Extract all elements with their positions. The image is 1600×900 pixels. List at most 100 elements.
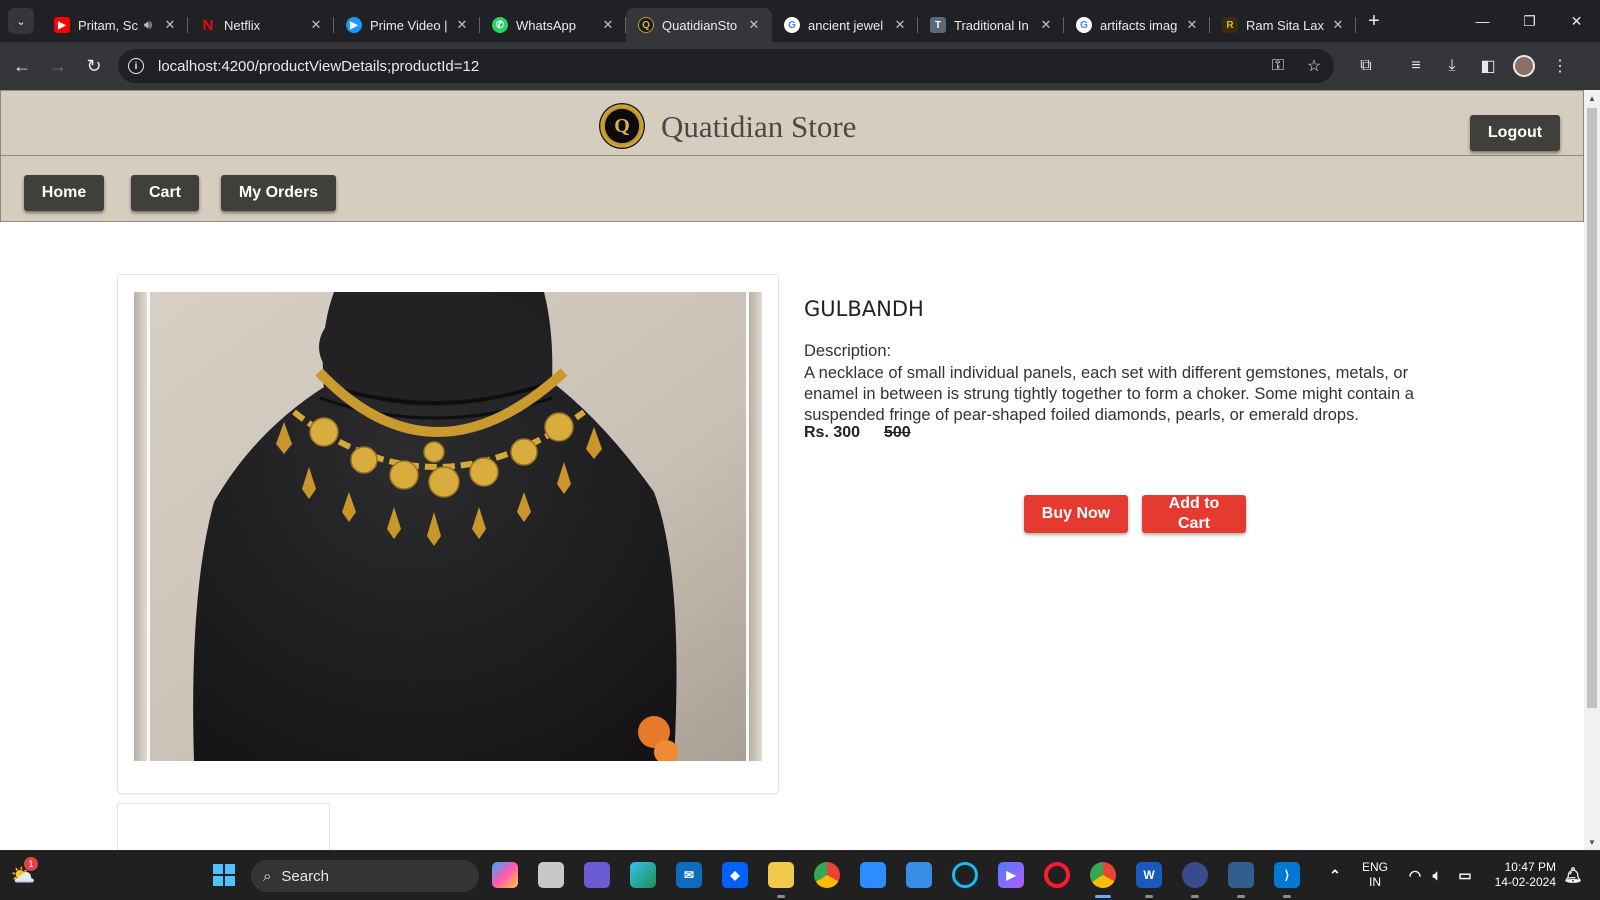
tab-traditional[interactable]: T Traditional In ✕ xyxy=(918,8,1064,42)
eclipse-icon[interactable] xyxy=(1182,862,1208,888)
tray-chevron-up-icon[interactable]: ⌃ xyxy=(1322,862,1348,888)
close-tab-icon[interactable]: ✕ xyxy=(892,17,908,33)
tab-search-button[interactable]: ⌄ xyxy=(8,8,34,34)
profile-avatar[interactable] xyxy=(1513,55,1535,77)
nav-home-button[interactable]: Home xyxy=(24,175,104,211)
media-player-icon[interactable]: ▶ xyxy=(998,862,1024,888)
word-icon[interactable]: W xyxy=(1136,862,1162,888)
browser-tab-strip: ⌄ ▶ Pritam, Sc 🔊︎ ✕ N Netflix ✕ ▶ Prime … xyxy=(0,0,1600,42)
running-indicator xyxy=(1145,895,1153,898)
clock-date: 14-02-2024 xyxy=(1494,875,1556,889)
window-controls: — ❐ ✕ xyxy=(1459,0,1600,42)
tab-title: Traditional In xyxy=(954,17,1029,33)
tab-title: QuatidianSto xyxy=(662,17,738,33)
tab-prime-video[interactable]: ▶ Prime Video | ✕ xyxy=(334,8,480,42)
back-arrow-icon[interactable]: ← xyxy=(4,48,40,84)
cortana-icon[interactable] xyxy=(952,862,978,888)
tab-whatsapp[interactable]: ✆ WhatsApp ✕ xyxy=(480,8,626,42)
scroll-up-arrow-icon[interactable]: ▲ xyxy=(1584,90,1600,106)
bookmark-star-icon[interactable]: ☆ xyxy=(1304,56,1324,76)
description-label: Description: xyxy=(804,342,892,360)
close-tab-icon[interactable]: ✕ xyxy=(1038,17,1054,33)
file-explorer-icon[interactable] xyxy=(768,862,794,888)
sql-tool-icon[interactable] xyxy=(1228,862,1254,888)
close-tab-icon[interactable]: ✕ xyxy=(1330,17,1346,33)
tab-youtube[interactable]: ▶ Pritam, Sc 🔊︎ ✕ xyxy=(42,8,188,42)
running-indicator xyxy=(1191,895,1199,898)
close-tab-icon[interactable]: ✕ xyxy=(746,17,762,33)
active-indicator xyxy=(1095,895,1111,898)
notification-badge: 1 xyxy=(24,857,38,871)
clock[interactable]: 10:47 PM 14-02-2024 xyxy=(1486,860,1556,890)
volume-icon[interactable]: 🔈︎ xyxy=(1424,862,1450,888)
side-panel-icon[interactable]: ◧ xyxy=(1470,48,1506,84)
tab-ancient-jewel[interactable]: G ancient jewel ✕ xyxy=(772,8,918,42)
new-tab-button[interactable]: + xyxy=(1360,7,1388,35)
password-key-icon[interactable]: ⚿ xyxy=(1268,57,1288,75)
download-icon[interactable]: ⤓ xyxy=(1434,48,1470,84)
add-to-cart-button[interactable]: Add to Cart xyxy=(1142,495,1246,533)
taskbar-search-box[interactable]: ⌕ Search xyxy=(251,860,479,892)
mysql-workbench-icon[interactable] xyxy=(860,862,886,888)
scroll-thumb[interactable] xyxy=(1587,108,1597,708)
site-icon: T xyxy=(930,17,946,33)
image-frame-right xyxy=(746,292,762,761)
windows-start-icon[interactable] xyxy=(211,862,237,888)
vscode-icon[interactable]: ⟩ xyxy=(1274,862,1300,888)
necklace-photo xyxy=(134,292,762,761)
tab-artifacts[interactable]: G artifacts imag ✕ xyxy=(1064,8,1210,42)
prime-video-icon: ▶ xyxy=(346,17,362,33)
media-queue-icon[interactable]: ≡ xyxy=(1398,48,1434,84)
nav-my-orders-button[interactable]: My Orders xyxy=(221,175,336,211)
tab-quatidian-store[interactable]: Q QuatidianSto ✕ xyxy=(626,8,772,42)
notification-bell-icon[interactable]: 🔔︎ xyxy=(1560,862,1586,888)
chrome-active-icon[interactable] xyxy=(1090,862,1116,888)
thumbnail-card[interactable] xyxy=(117,803,330,850)
browser-toolbar: ← → ↻ i localhost:4200/productViewDetail… xyxy=(0,42,1600,90)
reload-icon[interactable]: ↻ xyxy=(76,48,112,84)
discounted-price: Rs. 300 xyxy=(804,424,861,441)
google-icon: G xyxy=(784,17,800,33)
copilot-icon[interactable] xyxy=(492,862,518,888)
dropbox-icon[interactable]: ◆ xyxy=(722,862,748,888)
page-scrollbar[interactable]: ▲ ▼ xyxy=(1584,90,1600,850)
language-indicator[interactable]: ENG IN xyxy=(1360,860,1390,890)
address-bar[interactable]: i localhost:4200/productViewDetails;prod… xyxy=(118,49,1334,83)
search-placeholder: Search xyxy=(281,867,329,885)
running-indicator xyxy=(777,895,785,898)
tab-title: Netflix xyxy=(224,17,261,33)
site-icon: R xyxy=(1222,17,1238,33)
tab-netflix[interactable]: N Netflix ✕ xyxy=(188,8,334,42)
tab-ram-sita[interactable]: R Ram Sita Lax ✕ xyxy=(1210,8,1356,42)
url-text[interactable]: localhost:4200/productViewDetails;produc… xyxy=(158,58,1252,75)
chrome-icon[interactable] xyxy=(814,862,840,888)
nav-cart-button[interactable]: Cart xyxy=(131,175,199,211)
teams-chat-icon[interactable] xyxy=(584,862,610,888)
task-view-icon[interactable] xyxy=(538,862,564,888)
mail-icon[interactable]: ✉ xyxy=(676,862,702,888)
restore-icon[interactable]: ❐ xyxy=(1506,0,1553,42)
close-tab-icon[interactable]: ✕ xyxy=(454,17,470,33)
buy-now-button[interactable]: Buy Now xyxy=(1024,495,1128,533)
store-logo-icon: Q xyxy=(638,17,654,33)
close-tab-icon[interactable]: ✕ xyxy=(600,17,616,33)
notepad-icon[interactable] xyxy=(906,862,932,888)
forward-arrow-icon[interactable]: → xyxy=(40,48,76,84)
menu-kebab-icon[interactable]: ⋮ xyxy=(1542,48,1578,84)
close-window-icon[interactable]: ✕ xyxy=(1553,0,1600,42)
logout-button[interactable]: Logout xyxy=(1470,115,1560,151)
close-tab-icon[interactable]: ✕ xyxy=(162,17,178,33)
opera-icon[interactable] xyxy=(1044,862,1070,888)
extensions-icon[interactable]: ⧉ xyxy=(1348,48,1384,84)
scroll-down-arrow-icon[interactable]: ▼ xyxy=(1584,834,1600,850)
close-tab-icon[interactable]: ✕ xyxy=(308,17,324,33)
image-frame-left xyxy=(134,292,150,761)
battery-icon[interactable]: ▭ xyxy=(1452,862,1478,888)
site-info-icon[interactable]: i xyxy=(128,58,144,74)
speaker-icon[interactable]: 🔊︎ xyxy=(140,17,156,33)
running-indicator xyxy=(1283,895,1291,898)
close-tab-icon[interactable]: ✕ xyxy=(1184,17,1200,33)
edge-icon[interactable] xyxy=(630,862,656,888)
minimize-icon[interactable]: — xyxy=(1459,0,1506,42)
windows-taskbar: ⛅ 1 ⌕ Search ✉ ◆ ▶ W ⟩ ⌃ ENG IN ◠ 🔈︎ ▭ 1… xyxy=(0,850,1600,900)
